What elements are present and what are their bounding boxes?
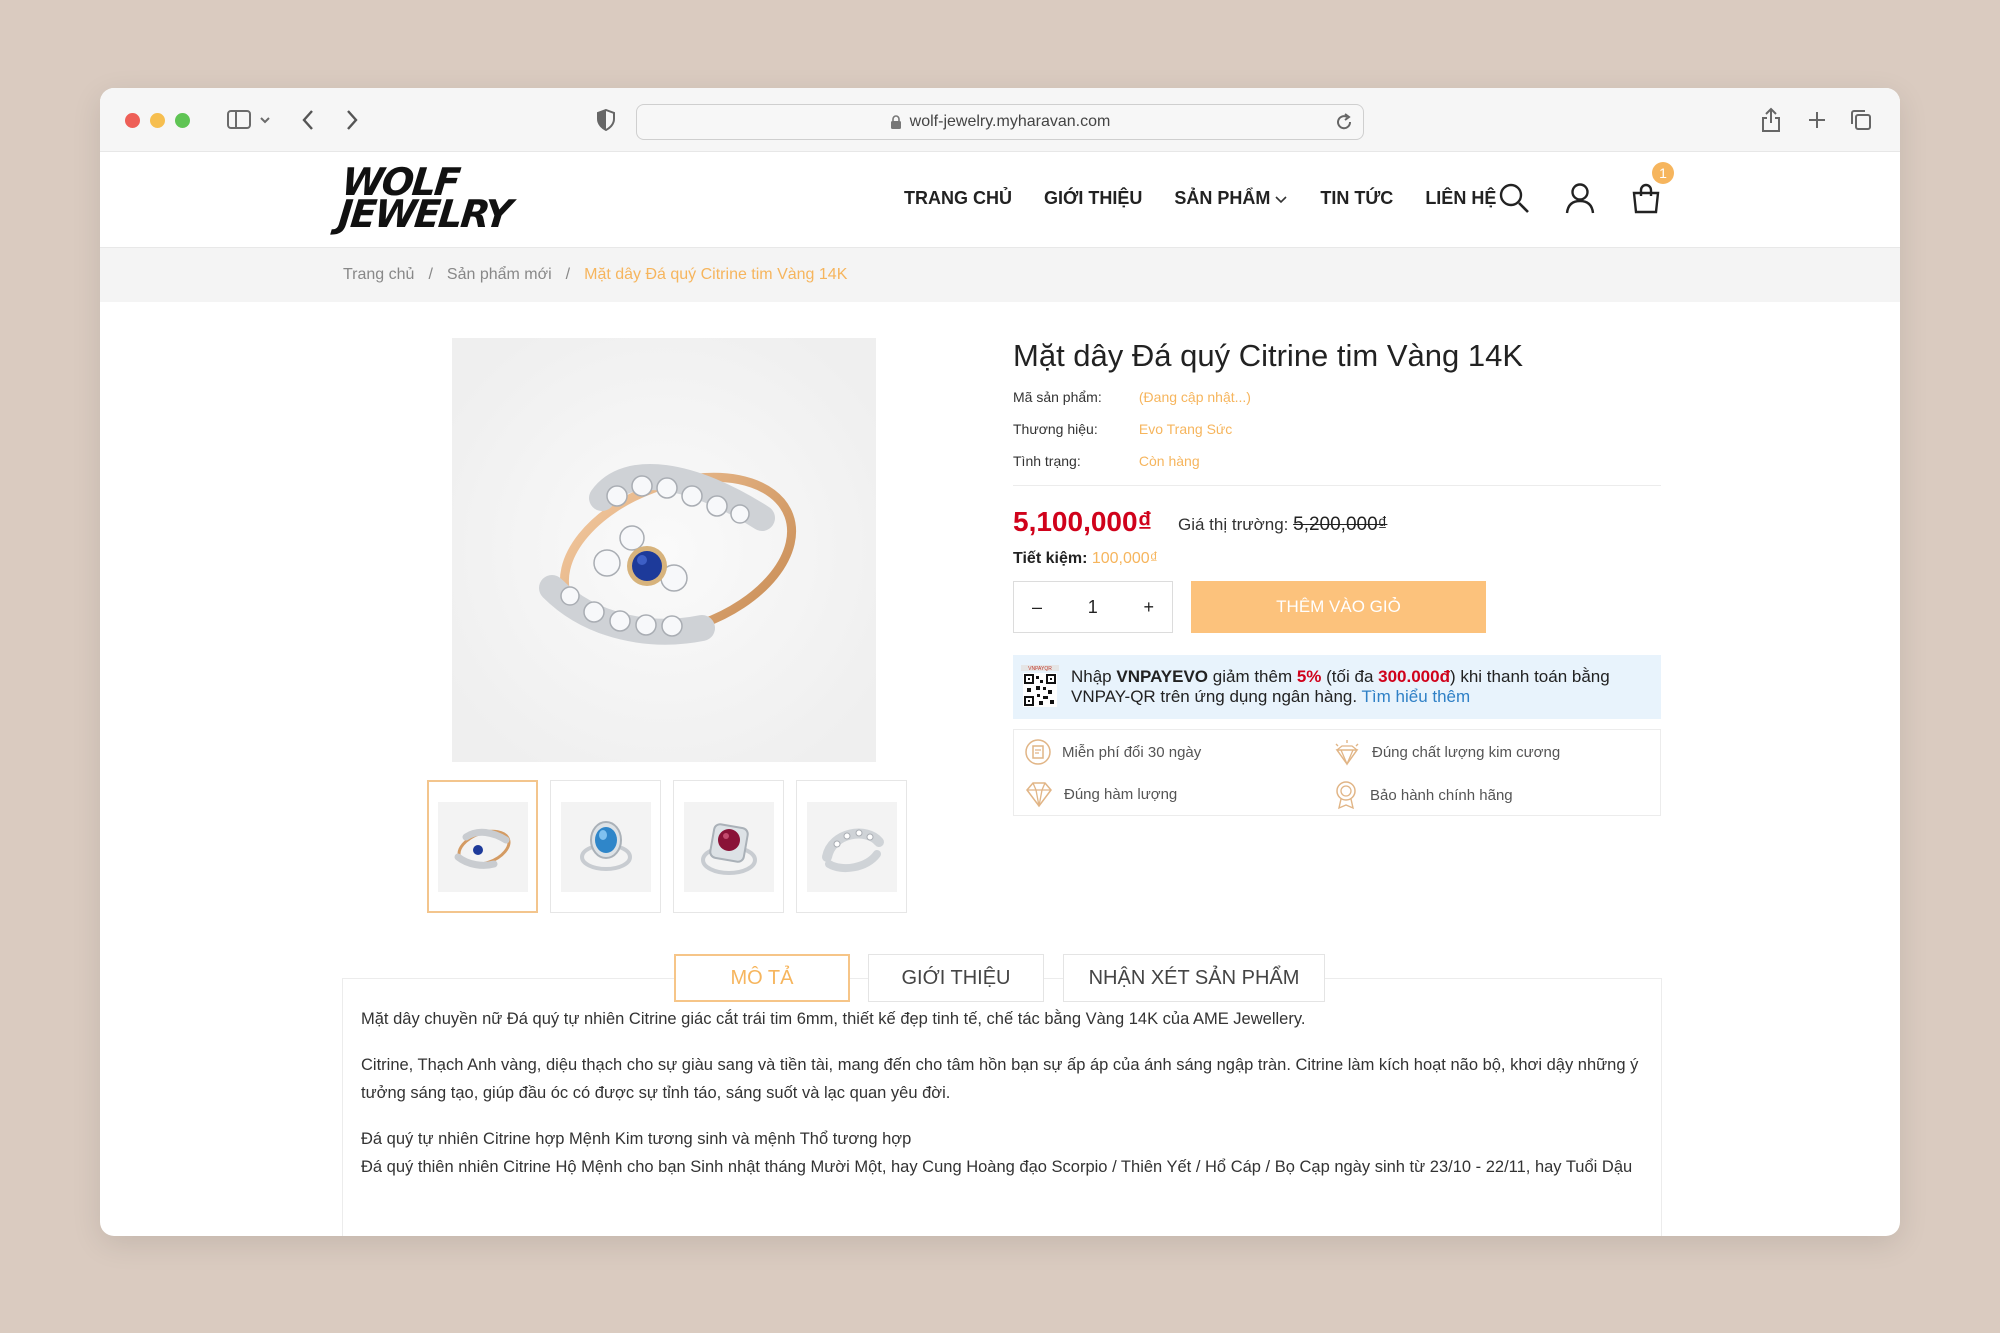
browser-window: wolf-jewelry.myharavan.com WOLF JEWELRY … bbox=[100, 88, 1900, 1236]
minimize-window-button[interactable] bbox=[150, 113, 165, 128]
description-paragraph: Mặt dây chuyền nữ Đá quý tự nhiên Citrin… bbox=[361, 1010, 1306, 1028]
product-title: Mặt dây Đá quý Citrine tim Vàng 14K bbox=[1013, 338, 1524, 373]
description-panel: Mặt dây chuyền nữ Đá quý tự nhiên Citrin… bbox=[342, 978, 1662, 1236]
new-tab-icon[interactable] bbox=[1804, 106, 1830, 134]
feature-label: Bảo hành chính hãng bbox=[1370, 786, 1513, 804]
sku-row: Mã sản phẩm: (Đang cập nhật...) bbox=[1013, 389, 1251, 405]
maximize-window-button[interactable] bbox=[175, 113, 190, 128]
status-label: Tình trạng: bbox=[1013, 453, 1081, 469]
breadcrumb-category[interactable]: Sản phẩm mới bbox=[447, 266, 552, 284]
feature-item: Bảo hành chính hãng bbox=[1332, 780, 1513, 810]
nav-news[interactable]: TIN TỨC bbox=[1320, 188, 1393, 209]
thumbnail-4[interactable] bbox=[796, 780, 907, 913]
promo-text-3: (tối đa bbox=[1321, 667, 1379, 686]
market-price: 5,200,000₫ bbox=[1293, 514, 1388, 535]
sale-price: 5,100,000₫ bbox=[1013, 506, 1152, 537]
thumbnail-1[interactable] bbox=[427, 780, 538, 913]
tab-description[interactable]: MÔ TẢ bbox=[674, 954, 850, 1002]
market-price-label: Giá thị trường: bbox=[1178, 515, 1289, 534]
browser-toolbar: wolf-jewelry.myharavan.com bbox=[100, 88, 1900, 152]
search-icon[interactable] bbox=[1496, 180, 1532, 216]
feature-item: Miễn phí đổi 30 ngày bbox=[1024, 738, 1201, 766]
privacy-shield-icon[interactable] bbox=[594, 106, 618, 134]
market-price-row: Giá thị trường: 5,200,000₫ bbox=[1178, 514, 1387, 536]
sidebar-toggle-icon[interactable] bbox=[222, 106, 276, 134]
feature-label: Đúng chất lượng kim cương bbox=[1372, 743, 1561, 761]
feature-label: Miễn phí đổi 30 ngày bbox=[1062, 743, 1202, 761]
nav-contact[interactable]: LIÊN HỆ bbox=[1425, 188, 1496, 209]
promo-text: Nhập VNPAYEVO giảm thêm 5% (tối đa 300.0… bbox=[1071, 667, 1661, 707]
promo-text-1: Nhập bbox=[1071, 667, 1117, 686]
savings-value: 100,000₫ bbox=[1091, 550, 1158, 567]
nav-about[interactable]: GIỚI THIỆU bbox=[1044, 188, 1142, 209]
info-divider bbox=[1013, 485, 1661, 486]
description-paragraph: Đá quý tự nhiên Citrine hợp Mệnh Kim tươ… bbox=[361, 1130, 912, 1148]
logo-line-2: JEWELRY bbox=[336, 192, 513, 236]
site-header: WOLF JEWELRY TRANG CHỦ GIỚI THIỆU SẢN PH… bbox=[100, 152, 1900, 248]
url-text: wolf-jewelry.myharavan.com bbox=[909, 113, 1111, 130]
status-value: Còn hàng bbox=[1138, 453, 1200, 469]
thumbnail-2[interactable] bbox=[550, 780, 661, 913]
feature-list: Miễn phí đổi 30 ngày Đúng chất lượng kim… bbox=[1013, 729, 1661, 816]
vnpay-qr-icon: VNPAYQR bbox=[1021, 665, 1059, 707]
lock-icon bbox=[890, 114, 902, 130]
breadcrumb: Trang chủ / Sản phẩm mới / Mặt dây Đá qu… bbox=[100, 248, 1900, 302]
savings-row: Tiết kiệm: 100,000₫ bbox=[1013, 550, 1158, 568]
brand-row: Thương hiệu: Evo Trang Sức bbox=[1013, 421, 1232, 437]
feature-item: Đúng hàm lượng bbox=[1024, 780, 1177, 808]
warranty-icon bbox=[1336, 781, 1356, 810]
savings-label: Tiết kiệm: bbox=[1013, 550, 1088, 567]
tab-reviews[interactable]: NHẬN XÉT SẢN PHẨM bbox=[1063, 954, 1325, 1002]
svg-text:VNPAYQR: VNPAYQR bbox=[1028, 666, 1052, 672]
back-arrow-icon[interactable] bbox=[296, 106, 320, 134]
share-icon[interactable] bbox=[1758, 106, 1784, 134]
promo-text-2: giảm thêm bbox=[1208, 667, 1297, 686]
quantity-increase-button[interactable]: + bbox=[1143, 597, 1154, 618]
feature-label: Đúng hàm lượng bbox=[1064, 785, 1178, 803]
exchange-icon bbox=[1025, 739, 1051, 765]
site-logo[interactable]: WOLF JEWELRY bbox=[336, 160, 529, 236]
forward-arrow-icon[interactable] bbox=[340, 106, 364, 134]
breadcrumb-current: Mặt dây Đá quý Citrine tim Vàng 14K bbox=[584, 266, 848, 283]
promo-code: VNPAYEVO bbox=[1116, 667, 1209, 686]
breadcrumb-separator: / bbox=[428, 266, 433, 283]
close-window-button[interactable] bbox=[125, 113, 140, 128]
cart-count-badge: 1 bbox=[1652, 162, 1674, 184]
quantity-stepper: – 1 + bbox=[1013, 581, 1173, 633]
breadcrumb-separator: / bbox=[565, 266, 571, 283]
product-main-image[interactable] bbox=[452, 338, 876, 762]
main-nav: TRANG CHỦ GIỚI THIỆU SẢN PHẨM TIN TỨC LI… bbox=[904, 188, 1496, 209]
quantity-input[interactable]: 1 bbox=[1088, 597, 1098, 618]
thumbnail-3[interactable] bbox=[673, 780, 784, 913]
cart-bag-icon[interactable] bbox=[1628, 180, 1664, 216]
description-paragraph: Citrine, Thạch Anh vàng, diệu thạch cho … bbox=[361, 1056, 1639, 1102]
product-thumbnails bbox=[427, 780, 907, 913]
learn-more-link[interactable]: Tìm hiểu thêm bbox=[1362, 687, 1471, 706]
nav-home[interactable]: TRANG CHỦ bbox=[904, 188, 1012, 209]
nav-products-label: SẢN PHẨM bbox=[1174, 188, 1271, 208]
promo-max: 300.000đ bbox=[1378, 667, 1450, 686]
diamond-quality-icon bbox=[1335, 740, 1359, 766]
address-bar[interactable]: wolf-jewelry.myharavan.com bbox=[636, 104, 1364, 140]
feature-item: Đúng chất lượng kim cương bbox=[1332, 738, 1560, 766]
nav-products[interactable]: SẢN PHẨM bbox=[1174, 188, 1288, 209]
reload-icon[interactable] bbox=[1335, 112, 1353, 137]
diamond-icon bbox=[1026, 782, 1052, 808]
quantity-decrease-button[interactable]: – bbox=[1032, 597, 1042, 618]
tab-introduction[interactable]: GIỚI THIỆU bbox=[868, 954, 1044, 1002]
sku-label: Mã sản phẩm: bbox=[1013, 389, 1102, 405]
brand-value[interactable]: Evo Trang Sức bbox=[1139, 421, 1232, 437]
tab-overview-icon[interactable] bbox=[1848, 106, 1874, 134]
promo-percent: 5% bbox=[1296, 667, 1322, 686]
status-row: Tình trạng: Còn hàng bbox=[1013, 453, 1200, 469]
chevron-down-icon bbox=[1275, 195, 1287, 203]
breadcrumb-home[interactable]: Trang chủ bbox=[343, 266, 414, 284]
brand-label: Thương hiệu: bbox=[1013, 421, 1098, 437]
vnpay-promo-banner: VNPAYQR Nhập VNPAYEVO giảm thêm 5% (tối … bbox=[1013, 655, 1661, 719]
account-icon[interactable] bbox=[1562, 180, 1598, 216]
description-paragraph: Đá quý thiên nhiên Citrine Hộ Mệnh cho b… bbox=[361, 1158, 1633, 1176]
add-to-cart-button[interactable]: THÊM VÀO GIỎ bbox=[1191, 581, 1486, 633]
sku-value: (Đang cập nhật...) bbox=[1138, 389, 1251, 405]
